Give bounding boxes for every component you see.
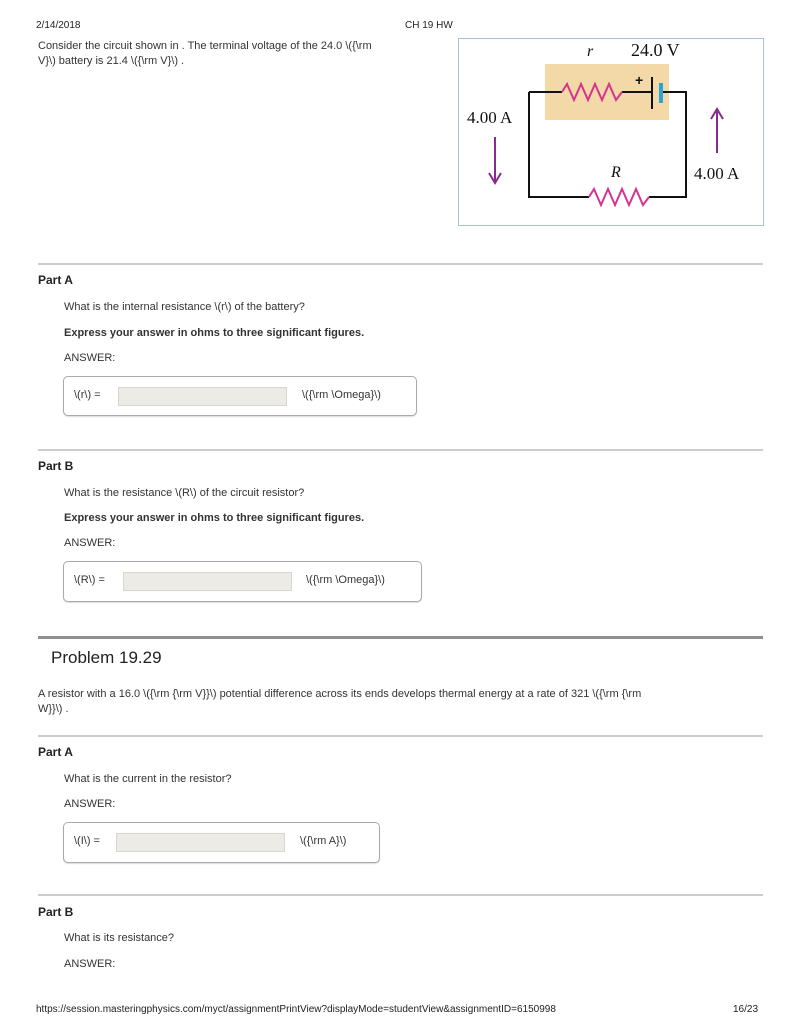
part-b-title: Part B [38,459,74,473]
part-a-title: Part A [38,273,73,287]
part-b-unit: \({\rm \Omega}\) [306,574,385,586]
part-b-instruction: Express your answer in ohms to three sig… [64,512,365,524]
divider [38,449,763,451]
divider [38,894,763,896]
part-a-answer-label: ANSWER: [64,352,116,364]
p2-part-a-question: What is the current in the resistor? [64,773,232,785]
p2-part-a-var-label: \(I\) = [74,835,100,847]
part-b-var-label: \(R\) = [74,574,105,586]
intro-line-2: V}\) battery is 21.4 \({\rm V}\) . [38,55,185,67]
p2-part-b-answer-label: ANSWER: [64,958,116,970]
label-current-right: 4.00 A [694,164,740,183]
label-current-left: 4.00 A [467,108,513,127]
part-a-unit: \({\rm \Omega}\) [302,389,381,401]
footer-url: https://session.masteringphysics.com/myc… [36,1004,556,1015]
page-number: 16/23 [733,1004,759,1015]
circuit-diagram: r 24.0 V + 4.00 A R 4.00 A [467,40,740,208]
p2-part-a-answer-box: \(I\) = \({\rm A}\) [63,822,380,863]
p2-part-b-question: What is its resistance? [64,932,175,944]
part-b-answer-box: \(R\) = \({\rm \Omega}\) [63,561,422,602]
external-resistor [588,186,650,208]
label-R: R [610,164,621,181]
part-a-var-label: \(r\) = [74,389,101,401]
p2-part-a-answer-input[interactable] [116,833,285,852]
problem-text: A resistor with a 16.0 \({\rm {\rm V}}\)… [38,687,763,717]
problem-title: Problem 19.29 [51,648,162,667]
p2-part-a-answer-label: ANSWER: [64,798,116,810]
part-b-answer-input[interactable] [123,572,292,591]
divider [38,263,763,265]
problem-text-line-2: W}}\) . [38,703,69,715]
problem-divider [38,636,763,639]
p2-part-a-title: Part A [38,745,73,759]
part-a-answer-input[interactable] [118,387,287,406]
part-a-question: What is the internal resistance \(r\) of… [64,301,305,313]
intro-text: Consider the circuit shown in . The term… [38,39,448,69]
circuit-figure: r 24.0 V + 4.00 A R 4.00 A [458,38,764,226]
p2-part-b-title: Part B [38,905,74,919]
part-b-question: What is the resistance \(R\) of the circ… [64,487,305,499]
divider [38,735,763,737]
label-emf: 24.0 V [631,40,680,60]
print-date: 2/14/2018 [36,20,81,31]
assignment-title: CH 19 HW [405,20,453,31]
label-plus: + [635,72,643,88]
part-b-answer-label: ANSWER: [64,537,116,549]
intro-line-1: Consider the circuit shown in . The term… [38,40,372,52]
part-a-answer-box: \(r\) = \({\rm \Omega}\) [63,376,417,416]
label-r: r [587,43,594,60]
part-a-instruction: Express your answer in ohms to three sig… [64,327,365,339]
problem-text-line-1: A resistor with a 16.0 \({\rm {\rm V}}\)… [38,688,642,700]
p2-part-a-unit: \({\rm A}\) [300,835,347,847]
